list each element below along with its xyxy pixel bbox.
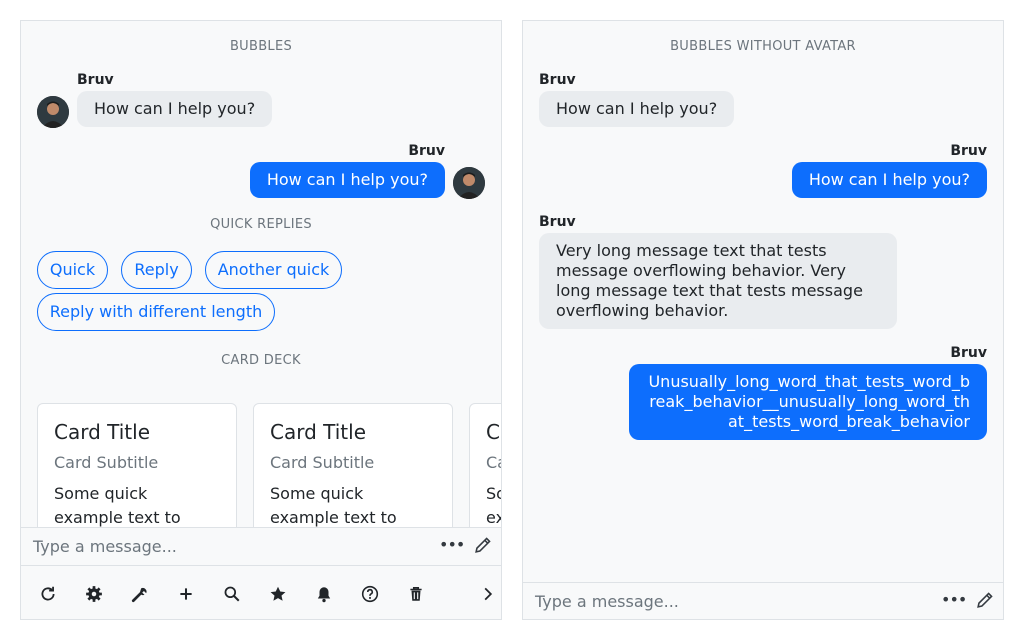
message-sender: Bruv [539,214,576,230]
card[interactable]: Card Title Card Subtitle Some quick exam… [469,403,501,528]
message-bubble-incoming: How can I help you? [539,91,735,127]
pencil-icon[interactable] [473,537,491,555]
quick-reply-button[interactable]: Another quick [205,251,342,289]
message-bubble-outgoing: How can I help you? [791,162,987,198]
wrench-icon[interactable] [131,585,149,603]
card-title: Card Title [486,420,501,444]
bubbles-panel: BUBBLES Bruv How can I help you? Bruv Ho… [20,20,502,620]
card-subtitle: Card Subtitle [54,453,159,472]
avatar [453,167,485,199]
message-sender: Bruv [539,72,576,88]
message-sender: Bruv [950,345,987,361]
chevron-right-icon[interactable] [479,585,497,603]
card-subtitle: Card Subtitle [270,453,375,472]
avatar [37,96,69,128]
message-input[interactable]: Type a message... [535,592,679,611]
message-bubble-incoming: Very long message text that tests messag… [539,233,897,329]
message-sender: Bruv [408,143,445,159]
plus-icon[interactable] [177,585,195,603]
card-subtitle: Card Subtitle [486,453,501,472]
card-deck-title: CARD DECK [221,353,301,368]
gear-icon[interactable] [85,585,103,603]
message-sender: Bruv [77,72,114,88]
pencil-icon[interactable] [975,592,993,610]
quick-reply-button[interactable]: Reply [121,251,192,289]
message-input[interactable]: Type a message... [33,537,177,556]
message-composer: Type a message... ••• [21,527,501,565]
card-deck: Card Title Card Subtitle Some quick exam… [21,403,501,528]
card-text: Some quick example text to [486,484,501,527]
card[interactable]: Card Title Card Subtitle Some quick exam… [253,403,453,528]
card-text: Some quick example text to [270,484,397,527]
card[interactable]: Card Title Card Subtitle Some quick exam… [37,403,237,528]
bell-icon[interactable] [315,585,333,603]
toolbar [21,565,501,619]
quick-reply-button[interactable]: Quick [37,251,108,289]
card-title: Card Title [270,420,367,444]
bubbles-section-title: BUBBLES [229,39,293,54]
message-bubble-outgoing: Unusually_long_word_that_tests_word_brea… [629,364,987,440]
message-composer: Type a message... ••• [523,582,1003,619]
trash-icon[interactable] [407,585,425,603]
quick-reply-button[interactable]: Reply with different length [37,293,275,331]
message-bubble-incoming: How can I help you? [77,91,273,127]
card-title: Card Title [54,420,151,444]
bubbles-without-avatar-panel: BUBBLES WITHOUT AVATAR Bruv How can I he… [522,20,1004,620]
quick-replies-title: QUICK REPLIES [210,217,312,232]
card-text: Some quick example text to [54,484,181,527]
more-options-icon[interactable]: ••• [941,590,967,609]
help-icon[interactable] [361,585,379,603]
message-sender: Bruv [950,143,987,159]
bubbles-without-avatar-title: BUBBLES WITHOUT AVATAR [670,39,856,54]
message-bubble-outgoing: How can I help you? [249,162,445,198]
search-icon[interactable] [223,585,241,603]
star-icon[interactable] [269,585,287,603]
more-options-icon[interactable]: ••• [439,535,465,554]
refresh-icon[interactable] [39,585,57,603]
